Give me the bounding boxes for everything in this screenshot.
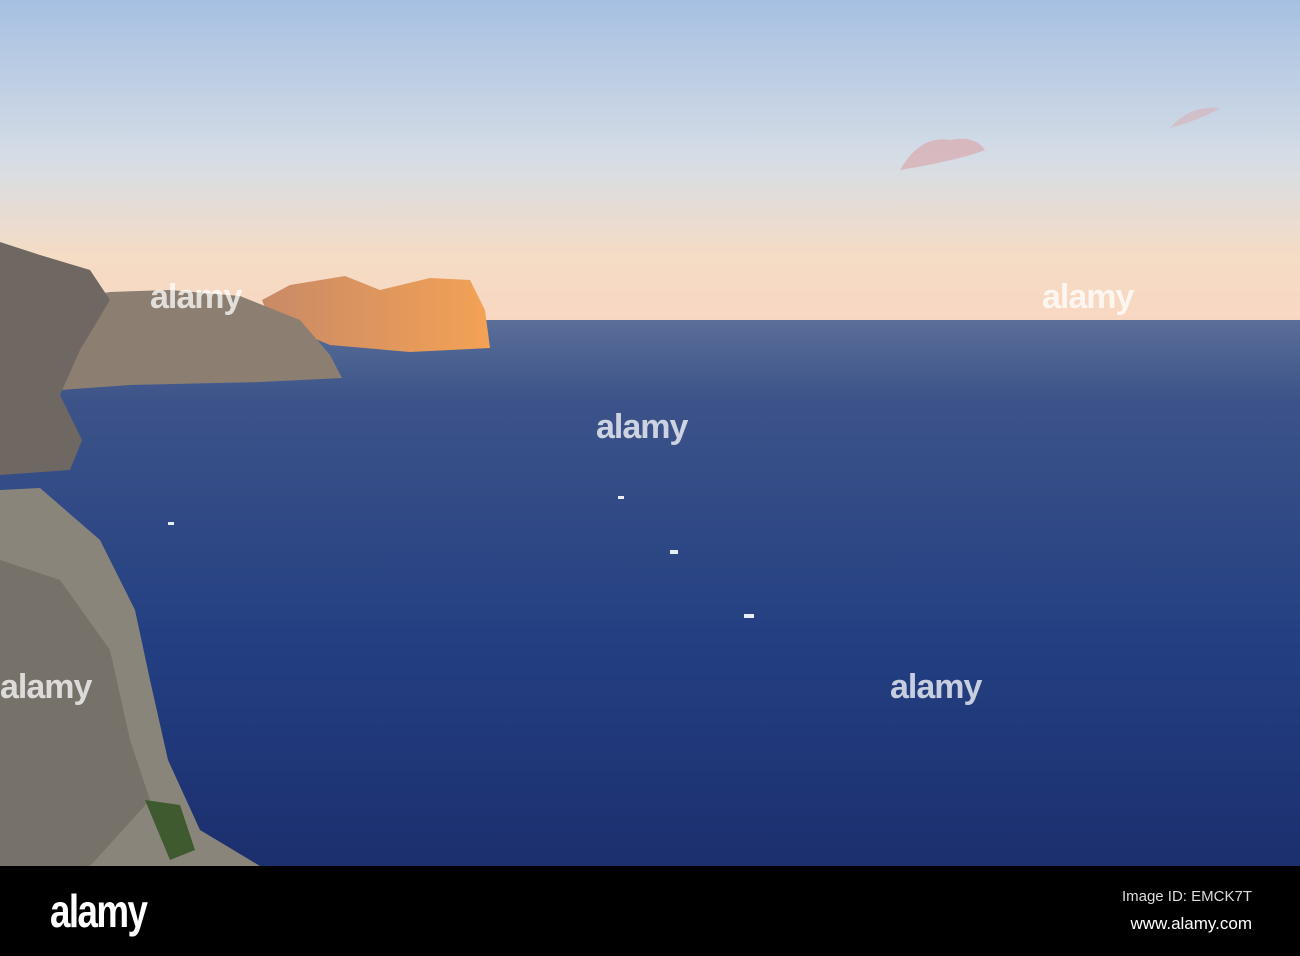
boat bbox=[744, 614, 754, 618]
watermark: alamy bbox=[890, 668, 982, 706]
sea bbox=[0, 320, 1300, 866]
watermark: alamy bbox=[150, 278, 242, 316]
watermark: alamy bbox=[596, 408, 688, 446]
watermark: alamy bbox=[1042, 278, 1134, 316]
stock-photo: alamy alamy alamy alamy alamy alamy Imag… bbox=[0, 0, 1300, 956]
sky bbox=[0, 0, 1300, 322]
boat bbox=[168, 522, 174, 525]
boat bbox=[670, 550, 678, 554]
watermark: alamy bbox=[0, 668, 92, 706]
boat bbox=[618, 496, 624, 499]
website-link: www.alamy.com bbox=[1130, 914, 1252, 933]
alamy-logo: alamy bbox=[50, 885, 148, 937]
image-id: Image ID: EMCK7T bbox=[1121, 888, 1252, 905]
footer-bar: alamy Image ID: EMCK7T www.alamy.com bbox=[0, 866, 1300, 956]
